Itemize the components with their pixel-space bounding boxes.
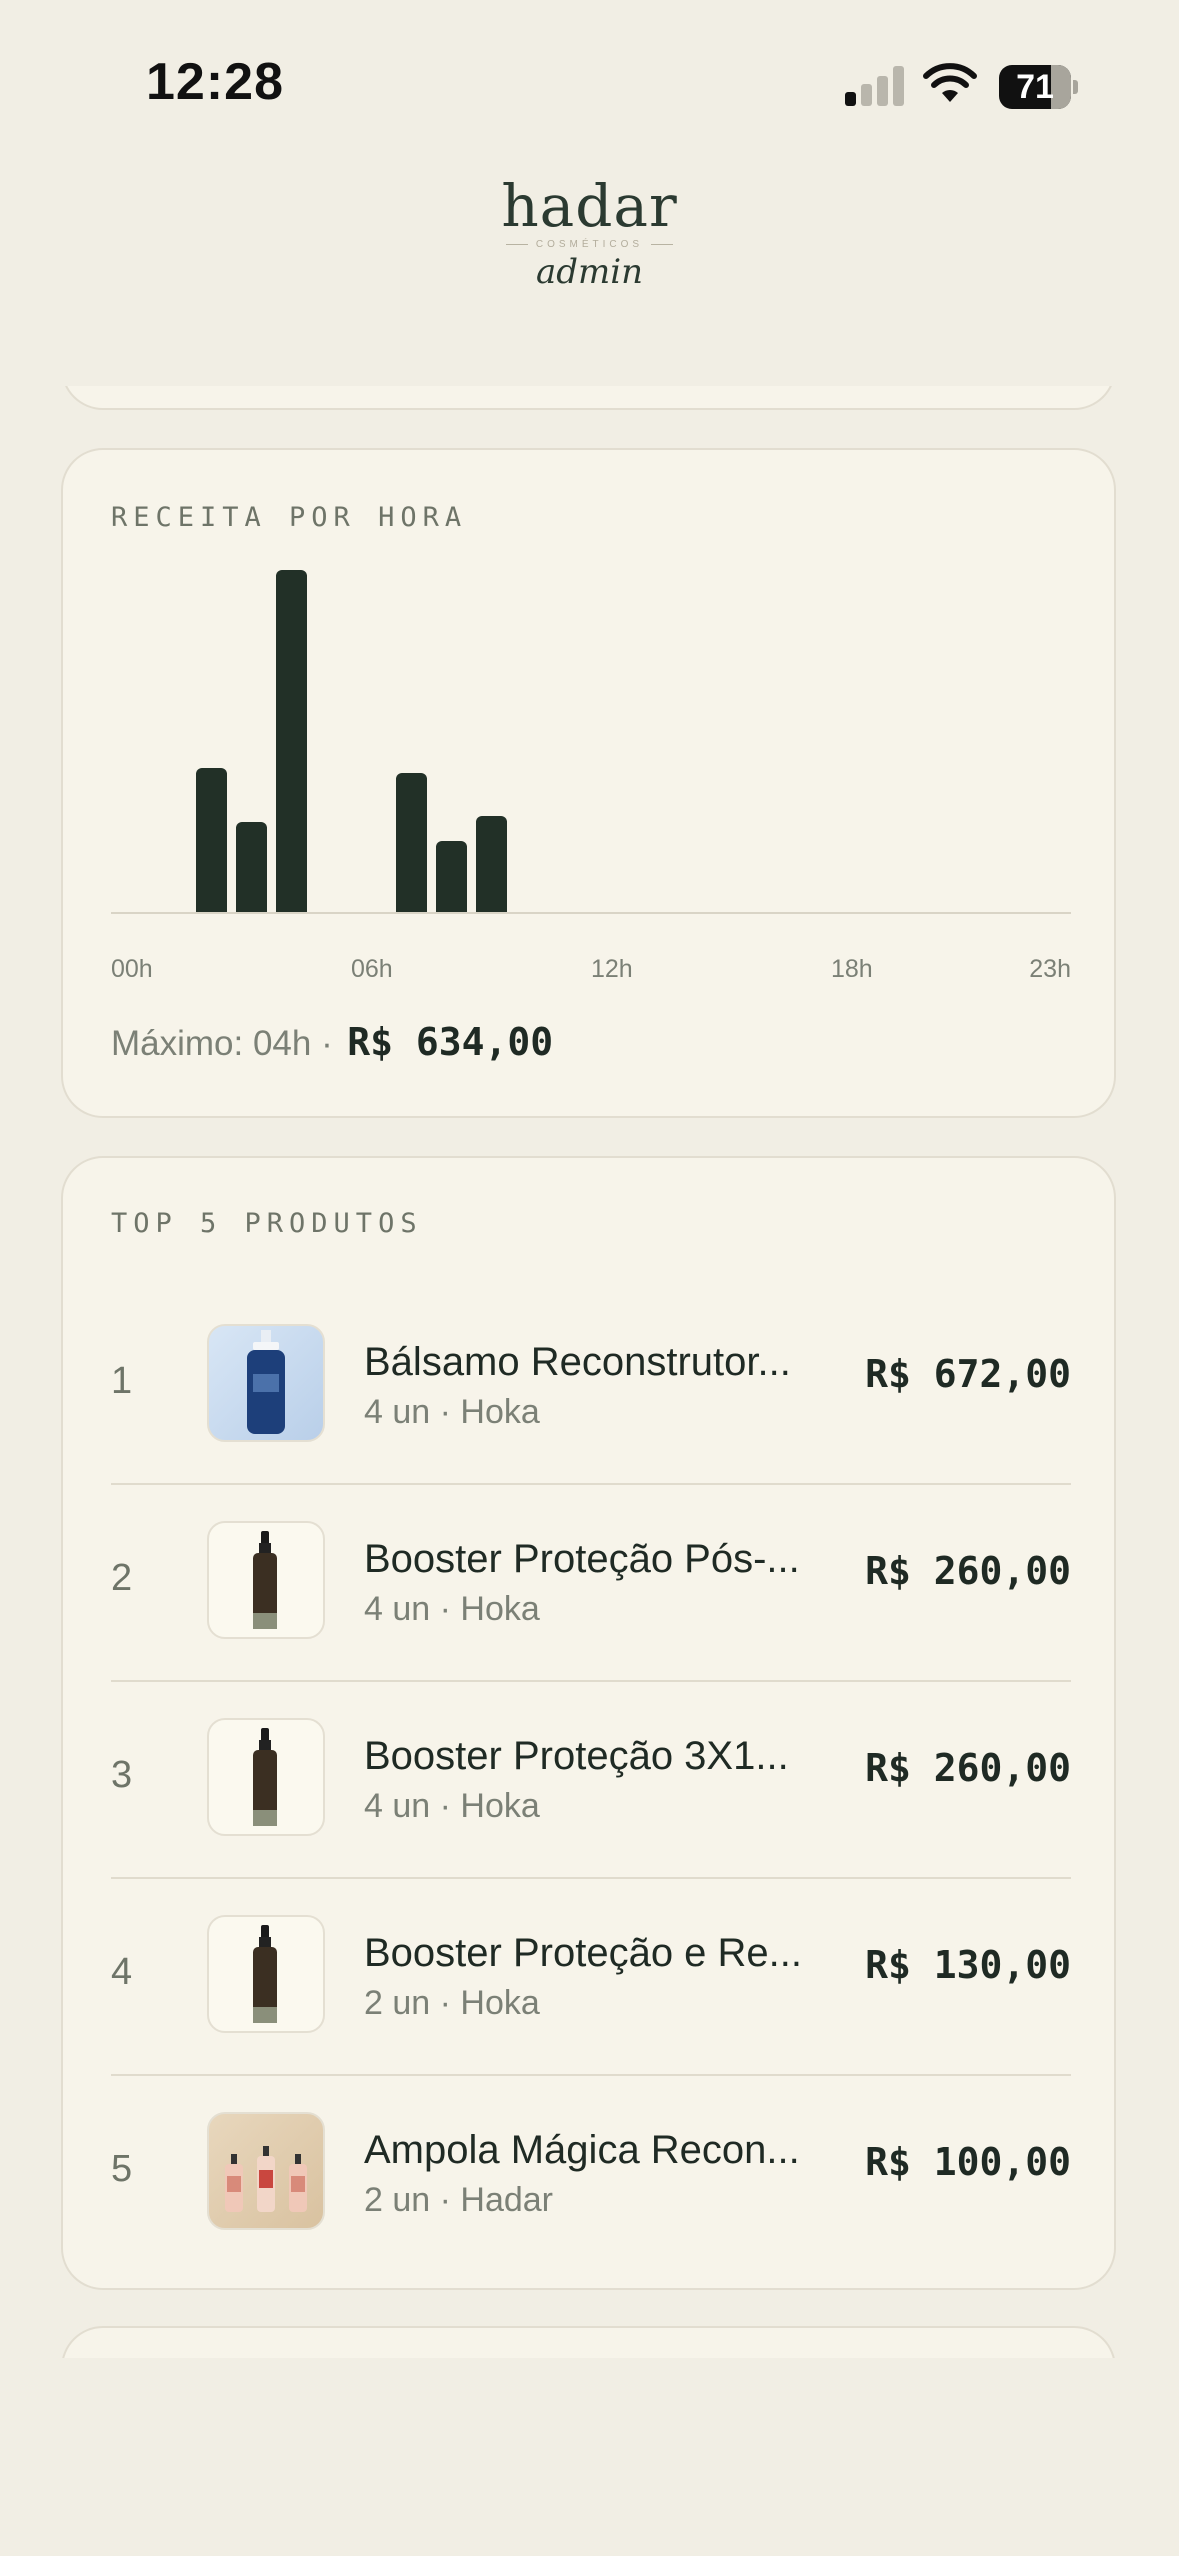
top-products-title: TOP 5 PRODUTOS <box>111 1208 423 1239</box>
bottom-background <box>0 2358 1179 2556</box>
logo-role: admin <box>535 252 644 292</box>
product-meta: 4 un · Hoka <box>364 1787 540 1825</box>
product-revenue: R$ 260,00 <box>865 1746 1071 1790</box>
product-row[interactable]: 1 Bálsamo Reconstrutor... 4 un · Hoka R$… <box>111 1288 1071 1485</box>
top-products-list: 1 Bálsamo Reconstrutor... 4 un · Hoka R$… <box>111 1288 1071 2271</box>
product-meta: 4 un · Hoka <box>364 1590 540 1628</box>
product-row[interactable]: 3 Booster Proteção 3X1... 4 un · Hoka R$… <box>111 1682 1071 1879</box>
chart-bar-07h <box>396 773 427 912</box>
revenue-card-title: RECEITA POR HORA <box>111 502 468 533</box>
chart-bar-04h <box>276 570 307 912</box>
product-name: Ampola Mágica Recon... <box>364 2128 800 2172</box>
product-thumbnail <box>207 2112 325 2230</box>
product-meta: 4 un · Hoka <box>364 1393 540 1431</box>
app-logo: hadar COSMÉTICOS admin <box>0 175 1179 292</box>
logo-brand: hadar <box>501 172 678 240</box>
chart-bar-08h <box>436 841 467 912</box>
status-time: 12:28 <box>146 53 284 111</box>
product-thumbnail <box>207 1324 325 1442</box>
three-ampoules-icon <box>225 2146 307 2212</box>
dark-pump-bottle-icon <box>253 1728 277 1826</box>
product-meta: 2 un · Hoka <box>364 1984 540 2022</box>
product-thumbnail <box>207 1718 325 1836</box>
product-rank: 5 <box>111 2148 133 2190</box>
product-rank: 2 <box>111 1557 133 1599</box>
product-name: Booster Proteção 3X1... <box>364 1734 789 1778</box>
revenue-by-hour-card: RECEITA POR HORA 00h 06h 12h 18h 23h Máx… <box>61 448 1116 1118</box>
chart-bar-09h <box>476 816 507 912</box>
x-tick-label: 18h <box>831 955 873 983</box>
product-revenue: R$ 672,00 <box>865 1352 1071 1396</box>
product-thumbnail <box>207 1915 325 2033</box>
product-row[interactable]: 2 Booster Proteção Pós-... 4 un · Hoka R… <box>111 1485 1071 1682</box>
chart-plot-area <box>111 570 1071 914</box>
revenue-bar-chart <box>111 570 1071 930</box>
product-row[interactable]: 4 Booster Proteção e Re... 2 un · Hoka R… <box>111 1879 1071 2076</box>
dark-pump-bottle-icon <box>253 1531 277 1629</box>
product-revenue: R$ 260,00 <box>865 1549 1071 1593</box>
max-revenue-label: Máximo: 04h · <box>111 1024 333 1063</box>
max-revenue-value: R$ 634,00 <box>347 1020 554 1064</box>
chart-bar-02h <box>196 768 227 912</box>
product-rank: 3 <box>111 1754 133 1796</box>
wifi-icon <box>923 63 977 102</box>
product-revenue: R$ 100,00 <box>865 2140 1071 2184</box>
product-name: Bálsamo Reconstrutor... <box>364 1340 791 1384</box>
product-meta: 2 un · Hadar <box>364 2181 553 2219</box>
product-name: Booster Proteção Pós-... <box>364 1537 800 1581</box>
product-row[interactable]: 5 Ampola Mágica Recon... 2 un · Hadar R$… <box>111 2076 1071 2271</box>
x-tick-label: 12h <box>591 955 633 983</box>
dark-pump-bottle-icon <box>253 1925 277 2023</box>
top-products-card: TOP 5 PRODUTOS 1 Bálsamo Reconstrutor...… <box>61 1156 1116 2290</box>
product-revenue: R$ 130,00 <box>865 1943 1071 1987</box>
chart-bar-03h <box>236 822 267 912</box>
product-thumbnail <box>207 1521 325 1639</box>
product-rank: 4 <box>111 1951 133 1993</box>
status-bar: 12:28 71 <box>0 0 1179 150</box>
blue-bottle-icon <box>247 1330 285 1434</box>
battery-percent: 71 <box>1016 68 1054 106</box>
chart-x-axis: 00h 06h 12h 18h 23h <box>111 955 1071 995</box>
logo-subtitle: COSMÉTICOS <box>0 239 1179 250</box>
cellular-signal-icon <box>845 66 905 106</box>
x-tick-label: 00h <box>111 955 153 983</box>
max-revenue-summary: Máximo: 04h · R$ 634,00 <box>111 1020 553 1064</box>
logo-subtitle-text: COSMÉTICOS <box>535 239 644 250</box>
product-rank: 1 <box>111 1360 133 1402</box>
x-tick-label: 06h <box>351 955 393 983</box>
product-name: Booster Proteção e Re... <box>364 1931 803 1975</box>
battery-icon: 71 <box>999 65 1078 109</box>
x-tick-label: 23h <box>1029 955 1071 983</box>
